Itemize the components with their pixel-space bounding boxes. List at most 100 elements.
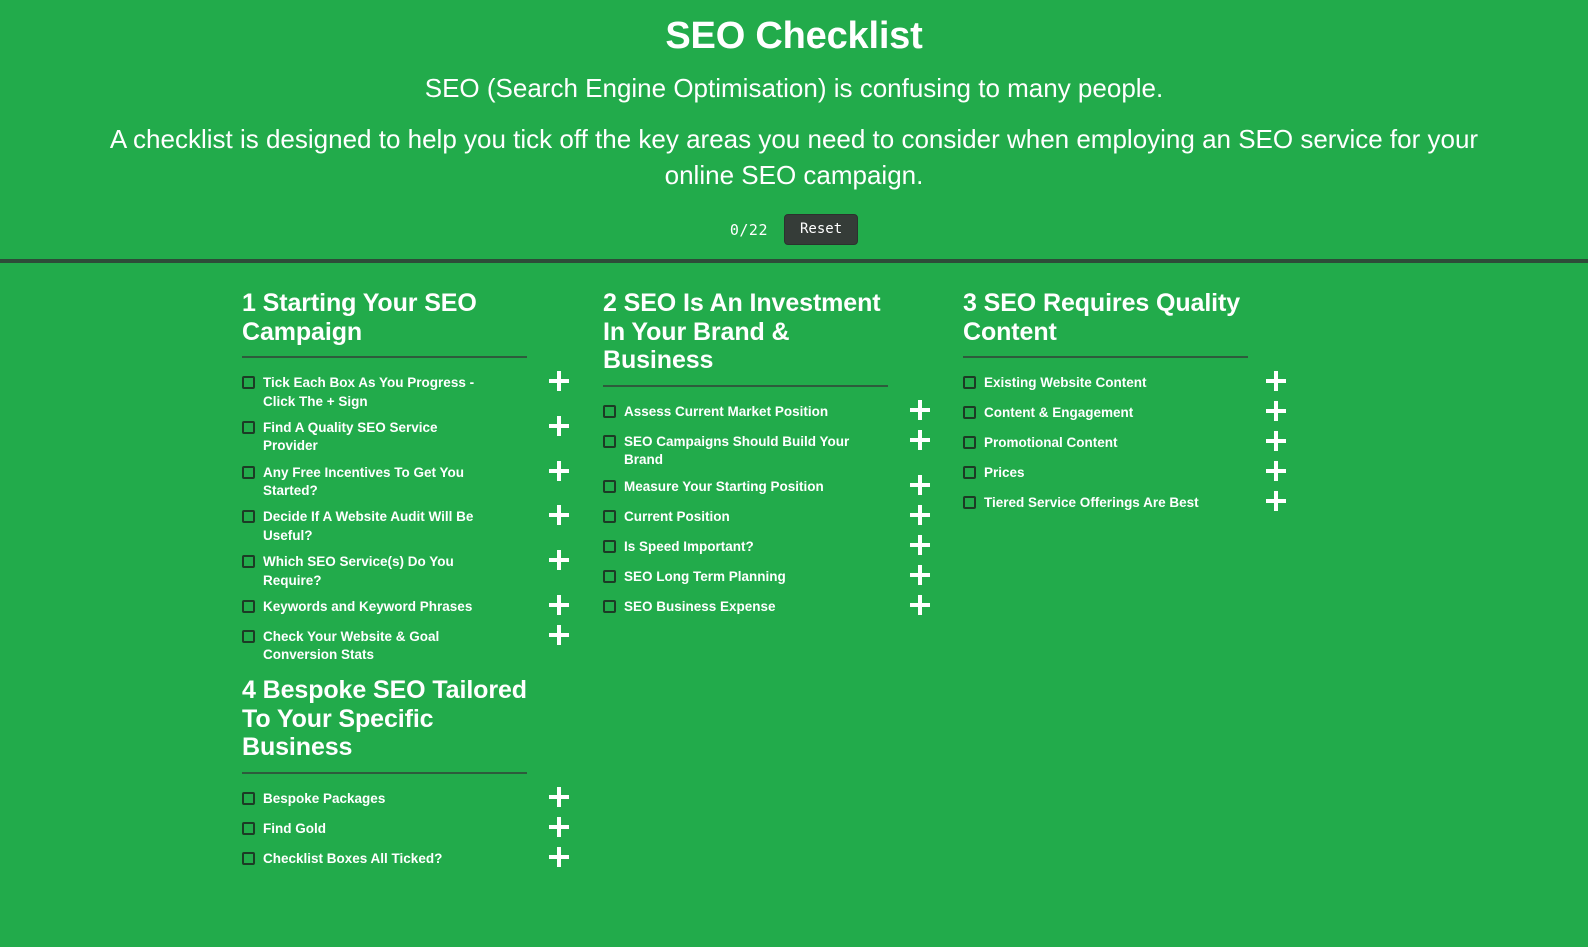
reset-button[interactable]: Reset (783, 214, 859, 246)
checklist-section-1: 1 Starting Your SEO Campaign Tick Each B… (242, 289, 569, 665)
page-header: SEO Checklist SEO (Search Engine Optimis… (0, 0, 1588, 264)
section-title: 4 Bespoke SEO Tailored To Your Specific … (242, 676, 527, 774)
plus-icon[interactable] (549, 416, 569, 437)
checkbox[interactable] (603, 404, 616, 418)
intro-line-2: A checklist is designed to help you tick… (109, 123, 1479, 191)
checklist-item-label: Promotional Content (984, 435, 1118, 451)
checklist-item-label: Any Free Incentives To Get You Started? (263, 464, 465, 499)
plus-icon[interactable] (549, 846, 569, 867)
checkbox[interactable] (963, 406, 976, 420)
checklist-item: Find A Quality SEO Service Provider (242, 411, 569, 456)
checklist-item-label: Checklist Boxes All Ticked? (263, 850, 443, 866)
plus-icon[interactable] (549, 786, 569, 807)
section-title: 3 SEO Requires Quality Content (963, 289, 1248, 359)
plus-icon[interactable] (910, 429, 930, 450)
checkbox[interactable] (963, 376, 976, 390)
checklist-item-label: Which SEO Service(s) Do You Require? (263, 554, 454, 588)
checkbox[interactable] (242, 629, 255, 643)
checkbox[interactable] (242, 376, 255, 390)
plus-icon[interactable] (549, 371, 569, 392)
plus-icon[interactable] (549, 550, 569, 571)
checklist-item: SEO Business Expense (603, 590, 930, 620)
checkbox[interactable] (603, 539, 616, 553)
checklist-item: Which SEO Service(s) Do You Require? (242, 545, 569, 590)
checkbox[interactable] (242, 555, 255, 569)
plus-icon[interactable] (549, 460, 569, 481)
checklist-item-label: Keywords and Keyword Phrases (263, 598, 473, 614)
plus-icon[interactable] (1266, 491, 1286, 512)
checkbox[interactable] (242, 821, 255, 835)
checkbox[interactable] (603, 434, 616, 448)
plus-icon[interactable] (910, 399, 930, 420)
checklist-item-label: Is Speed Important? (624, 538, 754, 554)
checklist-item: Tick Each Box As You Progress - Click Th… (242, 366, 569, 411)
checklist-content: 1 Starting Your SEO Campaign Tick Each B… (0, 263, 1588, 947)
checklist-item-label: Find A Quality SEO Service Provider (263, 420, 438, 454)
checklist-section-2: 2 SEO Is An Investment In Your Brand & B… (603, 289, 930, 620)
checklist-section-4: 4 Bespoke SEO Tailored To Your Specific … (242, 676, 569, 872)
checklist-item: Decide If A Website Audit Will Be Useful… (242, 500, 569, 545)
checklist-item-label: Assess Current Market Position (624, 403, 829, 419)
checklist-item-label: Decide If A Website Audit Will Be Useful… (263, 509, 474, 543)
section-items: Assess Current Market Position SEO Campa… (603, 395, 930, 620)
checklist-item-label: SEO Long Term Planning (624, 568, 786, 584)
checkbox[interactable] (963, 436, 976, 450)
checkbox[interactable] (242, 599, 255, 613)
checklist-item: Content & Engagement (963, 396, 1286, 426)
checklist-item: Bespoke Packages (242, 782, 569, 812)
checklist-item-label: Check Your Website & Goal Conversion Sta… (263, 628, 440, 663)
checklist-item-label: SEO Business Expense (624, 598, 776, 614)
checklist-item-label: Existing Website Content (984, 375, 1147, 391)
checklist-item: Any Free Incentives To Get You Started? (242, 456, 569, 501)
checklist-item: Current Position (603, 500, 930, 530)
checklist-item-label: Tiered Service Offerings Are Best (984, 495, 1199, 511)
checklist-item-label: SEO Campaigns Should Build Your Brand (624, 433, 850, 468)
checkbox[interactable] (603, 509, 616, 523)
plus-icon[interactable] (910, 594, 930, 615)
plus-icon[interactable] (1266, 401, 1286, 422)
checklist-section-3: 3 SEO Requires Quality Content Existing … (963, 289, 1286, 516)
checkbox[interactable] (963, 466, 976, 480)
plus-icon[interactable] (1266, 461, 1286, 482)
checklist-item: Tiered Service Offerings Are Best (963, 486, 1286, 516)
checklist-item-label: Current Position (624, 508, 730, 524)
plus-icon[interactable] (910, 504, 930, 525)
checklist-item: Assess Current Market Position (603, 395, 930, 425)
checklist-item: SEO Campaigns Should Build Your Brand (603, 425, 930, 470)
plus-icon[interactable] (549, 505, 569, 526)
checklist-item: Find Gold (242, 812, 569, 842)
plus-icon[interactable] (910, 474, 930, 495)
checklist-item: Promotional Content (963, 426, 1286, 456)
checklist-item: Checklist Boxes All Ticked? (242, 842, 569, 872)
checkbox[interactable] (242, 510, 255, 524)
plus-icon[interactable] (549, 816, 569, 837)
checkbox[interactable] (242, 421, 255, 435)
progress-counter: 0/22 (729, 220, 768, 239)
checklist-item-label: Tick Each Box As You Progress - Click Th… (263, 375, 475, 409)
section-title: 1 Starting Your SEO Campaign (242, 289, 527, 359)
plus-icon[interactable] (549, 624, 569, 645)
checklist-item-label: Prices (984, 465, 1025, 481)
plus-icon[interactable] (549, 594, 569, 615)
checkbox[interactable] (603, 479, 616, 493)
checklist-item: Check Your Website & Goal Conversion Sta… (242, 620, 569, 665)
progress-controls: 0/22 Reset (0, 214, 1588, 246)
checkbox[interactable] (603, 569, 616, 583)
checkbox[interactable] (963, 496, 976, 510)
section-items: Existing Website Content Content & Engag… (963, 366, 1286, 516)
intro-line-1: SEO (Search Engine Optimisation) is conf… (424, 72, 1164, 103)
checklist-item: Prices (963, 456, 1286, 486)
plus-icon[interactable] (1266, 431, 1286, 452)
section-title: 2 SEO Is An Investment In Your Brand & B… (603, 289, 888, 387)
checklist-item-label: Bespoke Packages (263, 790, 386, 806)
plus-icon[interactable] (910, 534, 930, 555)
plus-icon[interactable] (1266, 371, 1286, 392)
checklist-item: Existing Website Content (963, 366, 1286, 396)
checklist-item: Is Speed Important? (603, 530, 930, 560)
plus-icon[interactable] (910, 564, 930, 585)
checkbox[interactable] (242, 851, 255, 865)
checkbox[interactable] (242, 791, 255, 805)
checkbox[interactable] (603, 599, 616, 613)
checkbox[interactable] (242, 465, 255, 479)
checklist-item-label: Measure Your Starting Position (624, 478, 824, 494)
